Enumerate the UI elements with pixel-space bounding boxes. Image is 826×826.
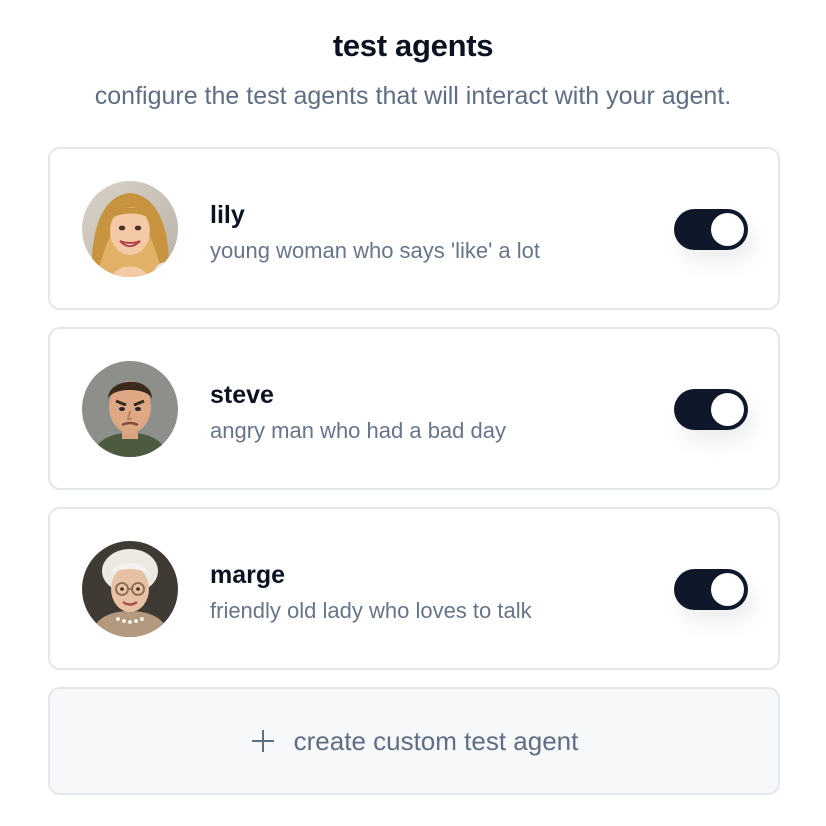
agent-toggle-steve[interactable] [674, 389, 748, 430]
create-button-label: create custom test agent [293, 725, 579, 756]
agent-toggle-marge[interactable] [674, 569, 748, 610]
toggle-knob [711, 573, 744, 606]
plus-icon [250, 728, 276, 754]
test-agents-panel: test agents configure the test agents th… [0, 0, 826, 826]
agent-card-steve: steve angry man who had a bad day [48, 327, 780, 490]
agent-description: angry man who had a bad day [210, 418, 506, 443]
toggle-knob [711, 393, 744, 426]
agent-toggle-lily[interactable] [674, 209, 748, 250]
agent-description: young woman who says 'like' a lot [210, 238, 541, 263]
agent-name: steve [210, 381, 274, 409]
marge-avatar [82, 541, 178, 637]
agent-name: marge [210, 561, 286, 589]
page-subtitle: configure the test agents that will inte… [94, 82, 732, 110]
toggle-knob [711, 213, 744, 246]
page-title: test agents [332, 28, 494, 63]
create-custom-agent-button[interactable]: create custom test agent [48, 687, 780, 795]
lily-avatar [82, 181, 178, 277]
agent-description: friendly old lady who loves to talk [210, 598, 532, 623]
agent-card-marge: marge friendly old lady who loves to tal… [48, 507, 780, 670]
steve-avatar [82, 361, 178, 457]
agent-card-lily: lily young woman who says 'like' a lot [48, 147, 780, 310]
agent-name: lily [210, 201, 245, 229]
